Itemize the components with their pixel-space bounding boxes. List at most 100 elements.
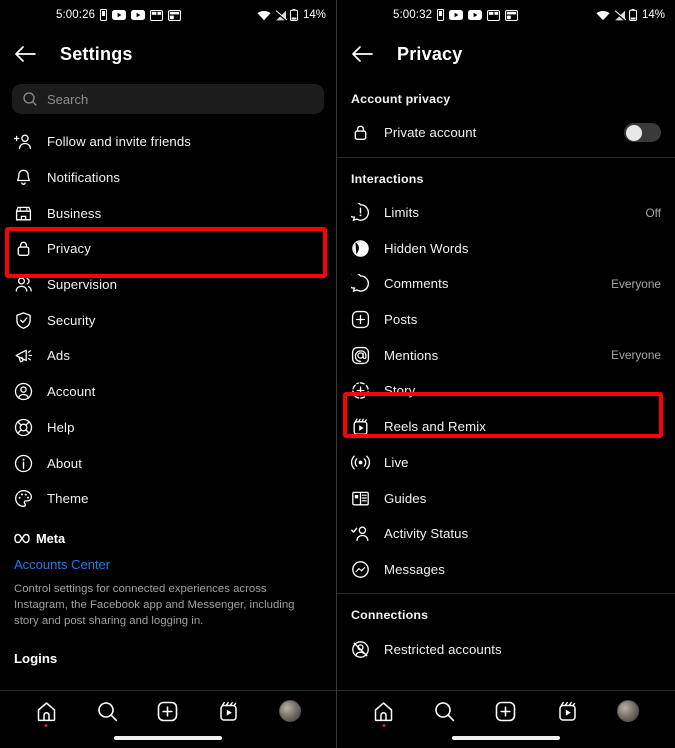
privacy-item-limits[interactable]: Limits Off: [337, 195, 675, 231]
nav-home-button[interactable]: [367, 696, 401, 727]
lock-icon: [351, 123, 370, 142]
bottom-navigation-bar: [0, 690, 336, 748]
nav-search-button[interactable]: [90, 696, 124, 726]
avatar: [278, 700, 301, 722]
nav-reels-button[interactable]: [212, 696, 246, 726]
storefront-icon: [14, 204, 33, 223]
dual-screenshot-container: 5:00:26 14% Settings Search Follow and i…: [0, 0, 675, 748]
search-placeholder: Search: [47, 91, 89, 107]
people-icon: [14, 275, 33, 294]
privacy-item-value: Everyone: [611, 348, 661, 363]
nav-search-button[interactable]: [428, 696, 462, 726]
meta-brand: Meta: [14, 531, 322, 546]
left-phone-screen: 5:00:26 14% Settings Search Follow and i…: [0, 0, 337, 748]
split-screen-icon: [168, 9, 182, 21]
home-activity-dot: [382, 724, 386, 727]
nav-profile-button[interactable]: [273, 696, 307, 726]
settings-item-security[interactable]: Security: [0, 302, 336, 338]
nav-create-button[interactable]: [489, 696, 523, 726]
privacy-item-posts[interactable]: Posts: [337, 302, 675, 338]
private-account-toggle[interactable]: [624, 123, 661, 143]
privacy-item-hidden-words[interactable]: Hidden Words: [337, 230, 675, 266]
settings-header: Settings: [0, 30, 336, 78]
meta-section: Meta Accounts Center Control settings fo…: [0, 517, 336, 666]
settings-item-business[interactable]: Business: [0, 195, 336, 231]
search-icon: [23, 92, 37, 106]
lifebuoy-icon: [14, 418, 33, 437]
settings-item-account[interactable]: Account: [0, 374, 336, 410]
hidden-eye-icon: [351, 239, 370, 258]
story-plus-circle-icon: [351, 381, 370, 400]
privacy-item-comments[interactable]: Comments Everyone: [337, 266, 675, 302]
nav-profile-button[interactable]: [611, 696, 645, 726]
status-bar-clock: 5:00:32: [393, 9, 433, 21]
privacy-item-label: Story: [384, 383, 416, 399]
comment-bubble-icon: [351, 274, 370, 293]
accounts-center-link[interactable]: Accounts Center: [14, 557, 322, 572]
messenger-icon: [351, 560, 370, 579]
nav-create-button[interactable]: [151, 696, 185, 726]
search-input[interactable]: Search: [12, 84, 324, 114]
nav-reels-button[interactable]: [550, 696, 584, 726]
privacy-item-live[interactable]: Live: [337, 445, 675, 481]
privacy-item-story[interactable]: Story: [337, 373, 675, 409]
settings-item-privacy[interactable]: Privacy: [0, 231, 336, 267]
privacy-item-label: Live: [384, 454, 409, 470]
privacy-item-restricted-accounts[interactable]: Restricted accounts: [337, 631, 675, 667]
settings-item-about[interactable]: About: [0, 445, 336, 481]
settings-item-label: Security: [47, 312, 96, 328]
privacy-item-label: Posts: [384, 312, 418, 328]
bottom-nav-icons: [0, 691, 336, 731]
privacy-item-label: Messages: [384, 561, 445, 577]
settings-item-follow-and-invite-friends[interactable]: Follow and invite friends: [0, 124, 336, 160]
privacy-item-guides[interactable]: Guides: [337, 480, 675, 516]
nav-home-button[interactable]: [29, 696, 63, 727]
settings-item-label: Account: [47, 384, 96, 400]
privacy-item-label: Guides: [384, 490, 427, 506]
privacy-item-label: Limits: [384, 205, 420, 221]
battery-icon: [289, 9, 298, 21]
privacy-item-reels-and-remix[interactable]: Reels and Remix: [337, 409, 675, 445]
settings-item-theme[interactable]: Theme: [0, 481, 336, 517]
page-title: Privacy: [397, 43, 463, 64]
cellular-signal-icon: [274, 9, 287, 21]
person-circle-icon: [14, 382, 33, 401]
settings-item-label: Ads: [47, 348, 71, 364]
status-bar-left: 5:00:32: [393, 9, 519, 21]
settings-list: Follow and invite friends Notifications …: [0, 124, 336, 666]
settings-item-supervision[interactable]: Supervision: [0, 267, 336, 303]
search-container: Search: [0, 78, 336, 124]
settings-item-notifications[interactable]: Notifications: [0, 160, 336, 196]
plus-square-icon: [351, 310, 370, 329]
cellular-signal-icon: [613, 9, 626, 21]
privacy-item-activity-status[interactable]: Activity Status: [337, 516, 675, 552]
settings-item-label: Supervision: [47, 277, 118, 293]
settings-item-label: Help: [47, 419, 75, 435]
reels-icon: [351, 417, 370, 436]
picture-in-picture-icon: [150, 9, 164, 21]
shield-check-icon: [14, 311, 33, 330]
back-arrow-icon[interactable]: [12, 41, 38, 67]
home-indicator: [452, 736, 560, 740]
meta-brand-label: Meta: [36, 530, 66, 546]
privacy-item-mentions[interactable]: Mentions Everyone: [337, 337, 675, 373]
battery-percentage: 14%: [302, 9, 326, 21]
status-bar: 5:00:26 14%: [0, 0, 336, 30]
battery-percentage: 14%: [641, 9, 665, 21]
info-circle-icon: [14, 454, 33, 473]
logins-heading: Logins: [14, 650, 58, 666]
privacy-item-label: Restricted accounts: [384, 641, 502, 657]
bell-icon: [14, 168, 33, 187]
settings-item-help[interactable]: Help: [0, 410, 336, 446]
section-heading-interactions: Interactions: [351, 171, 424, 186]
meta-infinity-icon: [14, 533, 30, 544]
back-arrow-icon[interactable]: [349, 41, 375, 67]
section-heading-account-privacy: Account privacy: [351, 92, 451, 106]
restricted-person-icon: [351, 640, 370, 659]
privacy-item-messages[interactable]: Messages: [337, 552, 675, 588]
privacy-item-private-account[interactable]: Private account: [337, 115, 675, 151]
activity-status-icon: [351, 524, 370, 543]
settings-item-label: About: [47, 455, 82, 471]
section-heading-connections: Connections: [351, 608, 429, 623]
settings-item-ads[interactable]: Ads: [0, 338, 336, 374]
